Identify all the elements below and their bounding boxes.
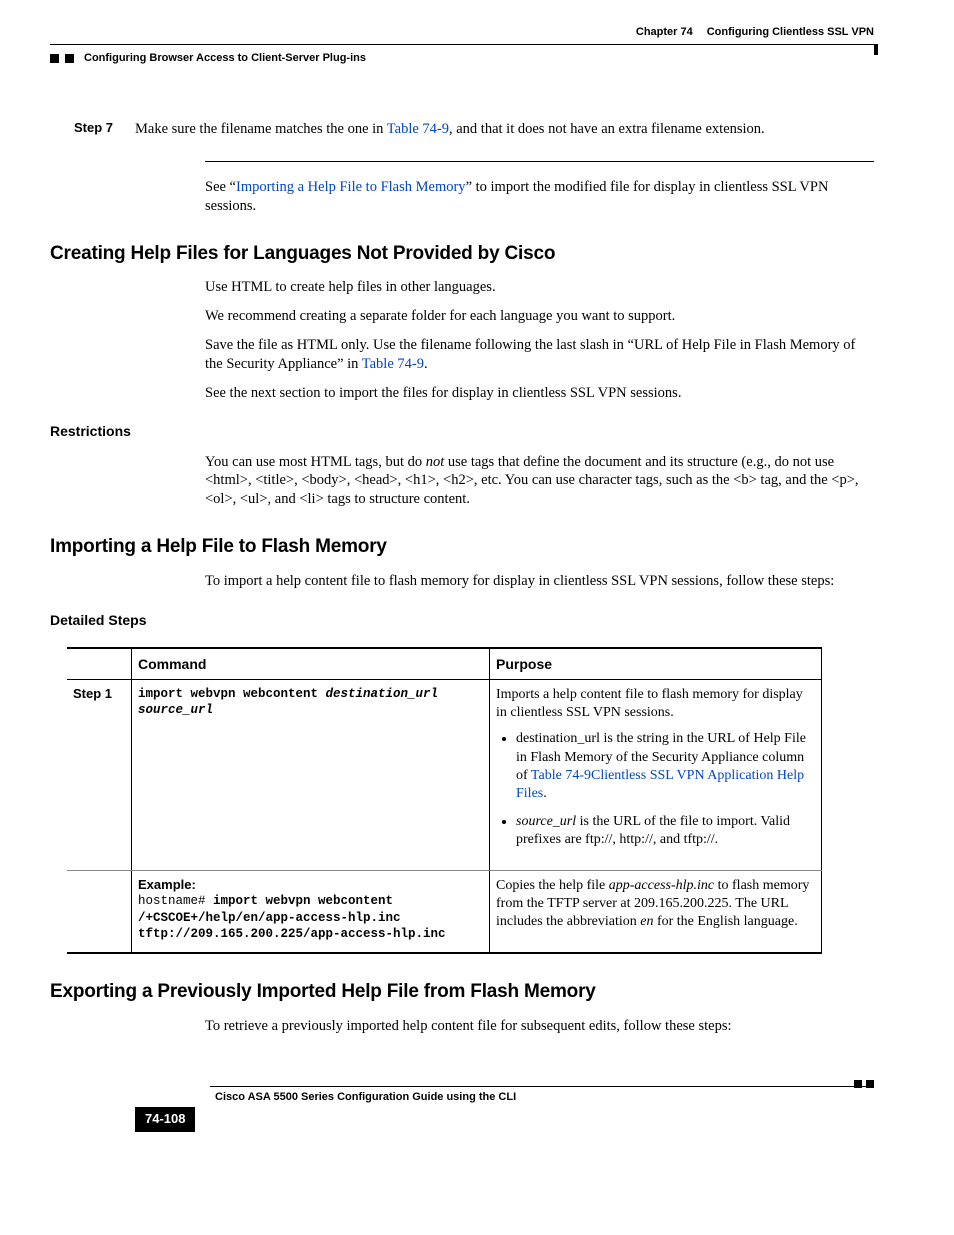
step-body: Make sure the filename matches the one i…: [135, 120, 874, 139]
header-square-icon: [65, 54, 74, 63]
text: You can use most HTML tags, but do: [205, 454, 426, 470]
cross-ref-link[interactable]: Importing a Help File to Flash Memory: [236, 179, 466, 195]
section-title: Configuring Browser Access to Client-Ser…: [84, 52, 366, 64]
heading-3: Detailed Steps: [50, 611, 874, 629]
example-label: Example:: [138, 877, 483, 894]
paragraph: See “Importing a Help File to Flash Memo…: [205, 178, 874, 216]
text: for the English language.: [653, 914, 797, 929]
paragraph: We recommend creating a separate folder …: [205, 307, 874, 326]
heading-2: Exporting a Previously Imported Help Fil…: [50, 980, 874, 1005]
list-item: source_url is the URL of the file to imp…: [516, 813, 815, 849]
text: .: [424, 356, 428, 372]
table-header-row: Command Purpose: [67, 648, 822, 680]
heading-2: Creating Help Files for Languages Not Pr…: [50, 242, 874, 267]
bullet-list: destination_url is the string in the URL…: [496, 730, 815, 849]
footer-rule: [210, 1086, 874, 1087]
text: See “: [205, 179, 236, 195]
footer-squares: [854, 1080, 874, 1088]
text-italic: not: [426, 454, 445, 470]
section-header-row: Configuring Browser Access to Client-Ser…: [50, 52, 874, 64]
th-purpose: Purpose: [490, 648, 822, 680]
table-link[interactable]: Table 74-9Clientless SSL VPN Application…: [516, 768, 804, 801]
prompt: hostname#: [138, 894, 213, 908]
running-header: Chapter 74 Configuring Clientless SSL VP…: [50, 26, 874, 38]
chapter-number: Chapter 74: [636, 26, 693, 38]
th-command: Command: [132, 648, 490, 680]
purpose-cell: Copies the help file app-access-hlp.inc …: [490, 870, 822, 953]
th-blank: [67, 648, 132, 680]
text-italic: en: [640, 914, 653, 929]
table-row: Example: hostname# import webvpn webcont…: [67, 870, 822, 953]
command-cell: import webvpn webcontent destination_url…: [132, 680, 490, 871]
paragraph: Save the file as HTML only. Use the file…: [205, 336, 874, 374]
table-link[interactable]: Table 74-9: [362, 356, 424, 372]
paragraph: To retrieve a previously imported help c…: [205, 1017, 874, 1036]
guide-title: Cisco ASA 5500 Series Configuration Guid…: [215, 1090, 874, 1104]
separator-rule: [205, 161, 874, 162]
heading-2: Importing a Help File to Flash Memory: [50, 535, 874, 560]
text: Imports a help content file to flash mem…: [496, 686, 815, 722]
footer-square-icon: [854, 1080, 862, 1088]
document-page: Chapter 74 Configuring Clientless SSL VP…: [0, 0, 954, 1172]
page-number: 74-108: [135, 1107, 195, 1132]
paragraph: To import a help content file to flash m…: [205, 572, 874, 591]
table-row: Step 1 import webvpn webcontent destinat…: [67, 680, 822, 871]
page-footer: Cisco ASA 5500 Series Configuration Guid…: [135, 1086, 874, 1132]
main-content: Step 7 Make sure the filename matches th…: [135, 120, 874, 1132]
command-table: Command Purpose Step 1 import webvpn web…: [67, 647, 822, 954]
step-row: Step 7 Make sure the filename matches th…: [67, 120, 874, 139]
chapter-title: Configuring Clientless SSL VPN: [707, 26, 874, 38]
step-cell: Step 1: [67, 680, 132, 871]
step-label: Step 7: [67, 120, 113, 139]
example-cell: Example: hostname# import webvpn webcont…: [132, 870, 490, 953]
text: Make sure the filename matches the one i…: [135, 121, 387, 137]
list-item: destination_url is the string in the URL…: [516, 730, 815, 803]
header-square-icon: [50, 54, 59, 63]
text: Copies the help file: [496, 878, 609, 893]
step-cell-empty: [67, 870, 132, 953]
heading-3: Restrictions: [50, 422, 874, 440]
paragraph: See the next section to import the files…: [205, 384, 874, 403]
text: , and that it does not have an extra fil…: [449, 121, 765, 137]
paragraph: You can use most HTML tags, but do not u…: [205, 453, 874, 510]
text-italic: app-access-hlp.inc: [609, 878, 714, 893]
footer-square-icon: [866, 1080, 874, 1088]
purpose-cell: Imports a help content file to flash mem…: [490, 680, 822, 871]
text-italic: source_url: [516, 814, 576, 829]
text: .: [543, 786, 547, 801]
header-rule: [50, 44, 874, 45]
cmd-keyword: import webvpn webcontent: [138, 687, 326, 701]
table-link[interactable]: Table 74-9: [387, 121, 449, 137]
paragraph: Use HTML to create help files in other l…: [205, 278, 874, 297]
header-marker: [874, 44, 878, 55]
text: Save the file as HTML only. Use the file…: [205, 337, 855, 372]
